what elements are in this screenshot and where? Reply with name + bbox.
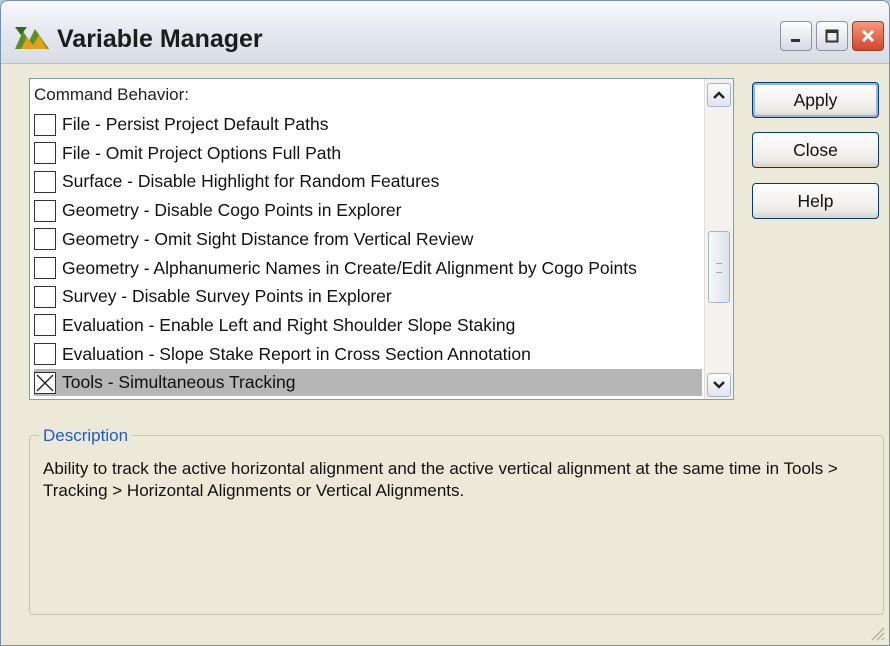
variable-manager-window: Variable Manager Command Behavior: File … bbox=[0, 0, 890, 646]
checkbox[interactable] bbox=[34, 343, 56, 366]
list-item-label: Survey - Disable Survey Points in Explor… bbox=[62, 286, 392, 307]
scroll-thumb[interactable] bbox=[708, 231, 730, 303]
scroll-up-button[interactable] bbox=[707, 83, 731, 107]
list-item[interactable]: Geometry - Disable Cogo Points in Explor… bbox=[34, 197, 702, 224]
window-title: Variable Manager bbox=[57, 25, 263, 53]
app-icon bbox=[15, 27, 49, 49]
checkbox[interactable] bbox=[34, 170, 56, 193]
list-item[interactable]: Evaluation - Slope Stake Report in Cross… bbox=[34, 341, 702, 368]
list-item-label: File - Persist Project Default Paths bbox=[62, 114, 329, 134]
list-item[interactable]: File - Persist Project Default Paths bbox=[34, 111, 702, 138]
description-text: Ability to track the active horizontal a… bbox=[43, 459, 838, 500]
list-item[interactable]: Evaluation - Enable Left and Right Shoul… bbox=[34, 312, 702, 339]
list-item-label: Tools - Simultaneous Tracking bbox=[62, 372, 296, 393]
checkbox[interactable] bbox=[34, 257, 56, 279]
list-item[interactable]: Survey - Disable Survey Points in Explor… bbox=[34, 283, 702, 310]
checkbox[interactable] bbox=[34, 228, 56, 251]
list-item[interactable]: Geometry - Omit Sight Distance from Vert… bbox=[34, 226, 702, 253]
list-item[interactable]: Surface - Disable Highlight for Random F… bbox=[34, 168, 702, 195]
close-button[interactable]: Close bbox=[752, 132, 879, 168]
list-item[interactable]: Geometry - Alphanumeric Names in Create/… bbox=[34, 255, 702, 282]
check-x-icon bbox=[36, 374, 54, 392]
checkbox[interactable] bbox=[34, 142, 56, 165]
list-item-label: File - Omit Project Options Full Path bbox=[62, 142, 342, 163]
close-icon bbox=[861, 29, 875, 43]
checkbox[interactable] bbox=[34, 285, 56, 308]
minimize-button[interactable] bbox=[780, 21, 812, 51]
resize-grip-icon[interactable] bbox=[867, 623, 885, 641]
list-item-label: Geometry - Disable Cogo Points in Explor… bbox=[62, 200, 402, 221]
list-scrollbar[interactable] bbox=[704, 79, 733, 399]
title-bar[interactable]: Variable Manager bbox=[1, 1, 889, 64]
chevron-down-icon bbox=[713, 381, 725, 389]
list-item-label: Geometry - Omit Sight Distance from Vert… bbox=[62, 228, 474, 249]
checkbox[interactable] bbox=[34, 371, 56, 394]
checkbox[interactable] bbox=[34, 314, 56, 337]
checkbox[interactable] bbox=[34, 113, 56, 136]
variables-list[interactable]: Command Behavior: File - Persist Project… bbox=[29, 78, 734, 400]
list-item-label: Evaluation - Slope Stake Report in Cross… bbox=[62, 343, 531, 364]
minimize-icon bbox=[791, 39, 800, 42]
list-item-label: Surface - Disable Highlight for Random F… bbox=[62, 171, 440, 192]
list-item[interactable]: File - Omit Project Options Full Path bbox=[34, 140, 702, 167]
scroll-down-button[interactable] bbox=[707, 373, 731, 397]
checkbox[interactable] bbox=[34, 199, 56, 222]
maximize-icon bbox=[825, 29, 839, 43]
list-item-label: Evaluation - Enable Left and Right Shoul… bbox=[62, 314, 516, 335]
close-window-button[interactable] bbox=[852, 21, 884, 51]
maximize-button[interactable] bbox=[816, 21, 848, 51]
chevron-up-icon bbox=[713, 91, 725, 99]
apply-button[interactable]: Apply bbox=[752, 82, 879, 118]
list-item-label: Geometry - Alphanumeric Names in Create/… bbox=[62, 257, 637, 278]
help-button[interactable]: Help bbox=[752, 183, 879, 219]
group-header-command-behavior: Command Behavior: bbox=[34, 85, 189, 104]
list-item[interactable]: Tools - Simultaneous Tracking bbox=[34, 369, 702, 397]
description-legend: Description bbox=[39, 426, 133, 446]
